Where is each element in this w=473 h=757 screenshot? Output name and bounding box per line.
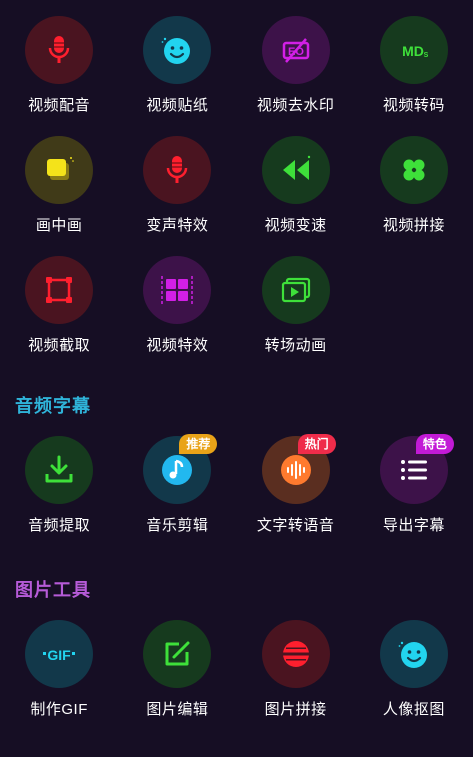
rewind-icon <box>261 136 330 204</box>
tool-label: 视频拼接 <box>382 217 445 234</box>
tool-label: 视频转码 <box>382 97 445 114</box>
tool-gif[interactable]: GIF 制作GIF <box>0 604 118 728</box>
picture-in-picture-icon <box>25 136 94 204</box>
tool-music-note[interactable]: 推荐音乐剪辑 <box>118 420 236 544</box>
tool-label: 视频贴纸 <box>146 97 209 114</box>
tool-label: 视频配音 <box>28 97 91 114</box>
film-effects-icon <box>143 256 212 324</box>
subtitle-list-icon: 特色 <box>379 434 454 504</box>
image-stitch-icon <box>261 620 330 688</box>
tool-image-stitch[interactable]: 图片拼接 <box>237 604 355 728</box>
video-tools-grid: 视频配音 视频贴纸 EO 视频去水印 MDS 视频转码画中画 变声特效 视频变速 视频拼接视频截… <box>0 0 473 360</box>
tool-label: 转场动画 <box>264 337 327 354</box>
svg-text:S: S <box>424 52 429 59</box>
tool-clover[interactable]: 视频拼接 <box>355 120 473 240</box>
tool-label: 文字转语音 <box>256 517 335 534</box>
image-tools-grid: GIF 制作GIF 图片编辑 图片拼接 人像抠图 <box>0 604 473 728</box>
audio-tools-grid: 音频提取 推荐 音乐剪辑 热门 文字转语音 特色 导出字幕 <box>0 420 473 544</box>
svg-text:MD: MD <box>402 43 424 59</box>
download-tray-icon <box>25 436 94 504</box>
watermark-remove-icon: EO <box>261 16 330 84</box>
tool-transition-play[interactable]: 转场动画 <box>237 240 355 360</box>
tool-label: 画中画 <box>35 217 83 234</box>
tool-label: 音频提取 <box>28 517 91 534</box>
tool-label: 导出字幕 <box>382 517 445 534</box>
section-title-image: 图片工具 <box>15 580 91 600</box>
tool-label: 视频截取 <box>28 337 91 354</box>
crop-frame-icon <box>25 256 94 324</box>
tool-microphone[interactable]: 变声特效 <box>118 120 236 240</box>
clover-icon <box>379 136 448 204</box>
tool-crop-frame[interactable]: 视频截取 <box>0 240 118 360</box>
tool-subtitle-list[interactable]: 特色导出字幕 <box>355 420 473 544</box>
microphone-icon <box>143 136 212 204</box>
tool-mds-transcode[interactable]: MD S 视频转码 <box>355 0 473 120</box>
tool-label: 图片编辑 <box>146 701 209 718</box>
tool-label: 视频特效 <box>146 337 209 354</box>
tool-sound-wave[interactable]: 热门文字转语音 <box>237 420 355 544</box>
sound-wave-icon: 热门 <box>261 434 336 504</box>
gif-icon: GIF <box>25 620 94 688</box>
section-title-audio: 音频字幕 <box>15 396 91 416</box>
tool-rewind[interactable]: 视频变速 <box>237 120 355 240</box>
tool-download-tray[interactable]: 音频提取 <box>0 420 118 544</box>
tool-label: 视频变速 <box>264 217 327 234</box>
badge: 推荐 <box>179 434 218 454</box>
smiley-icon <box>143 16 212 84</box>
tool-label: 视频去水印 <box>256 97 335 114</box>
tool-label: 图片拼接 <box>264 701 327 718</box>
tool-label: 音乐剪辑 <box>146 517 209 534</box>
music-note-icon: 推荐 <box>143 434 218 504</box>
tool-microphone[interactable]: 视频配音 <box>0 0 118 120</box>
svg-text:GIF: GIF <box>47 647 71 663</box>
badge: 特色 <box>415 434 454 454</box>
tool-label: 变声特效 <box>146 217 209 234</box>
tool-film-effects[interactable]: 视频特效 <box>118 240 236 360</box>
tool-smiley[interactable]: 视频贴纸 <box>118 0 236 120</box>
badge: 热门 <box>297 434 336 454</box>
tool-label: 制作GIF <box>30 701 88 718</box>
edit-image-icon <box>143 620 212 688</box>
tool-label: 人像抠图 <box>382 701 445 718</box>
tool-picture-in-picture[interactable]: 画中画 <box>0 120 118 240</box>
tool-edit-image[interactable]: 图片编辑 <box>118 604 236 728</box>
tool-portrait-cutout[interactable]: 人像抠图 <box>355 604 473 728</box>
tool-watermark-remove[interactable]: EO 视频去水印 <box>237 0 355 120</box>
mds-transcode-icon: MD S <box>379 16 448 84</box>
transition-play-icon <box>261 256 330 324</box>
microphone-icon <box>25 16 94 84</box>
portrait-cutout-icon <box>379 620 448 688</box>
